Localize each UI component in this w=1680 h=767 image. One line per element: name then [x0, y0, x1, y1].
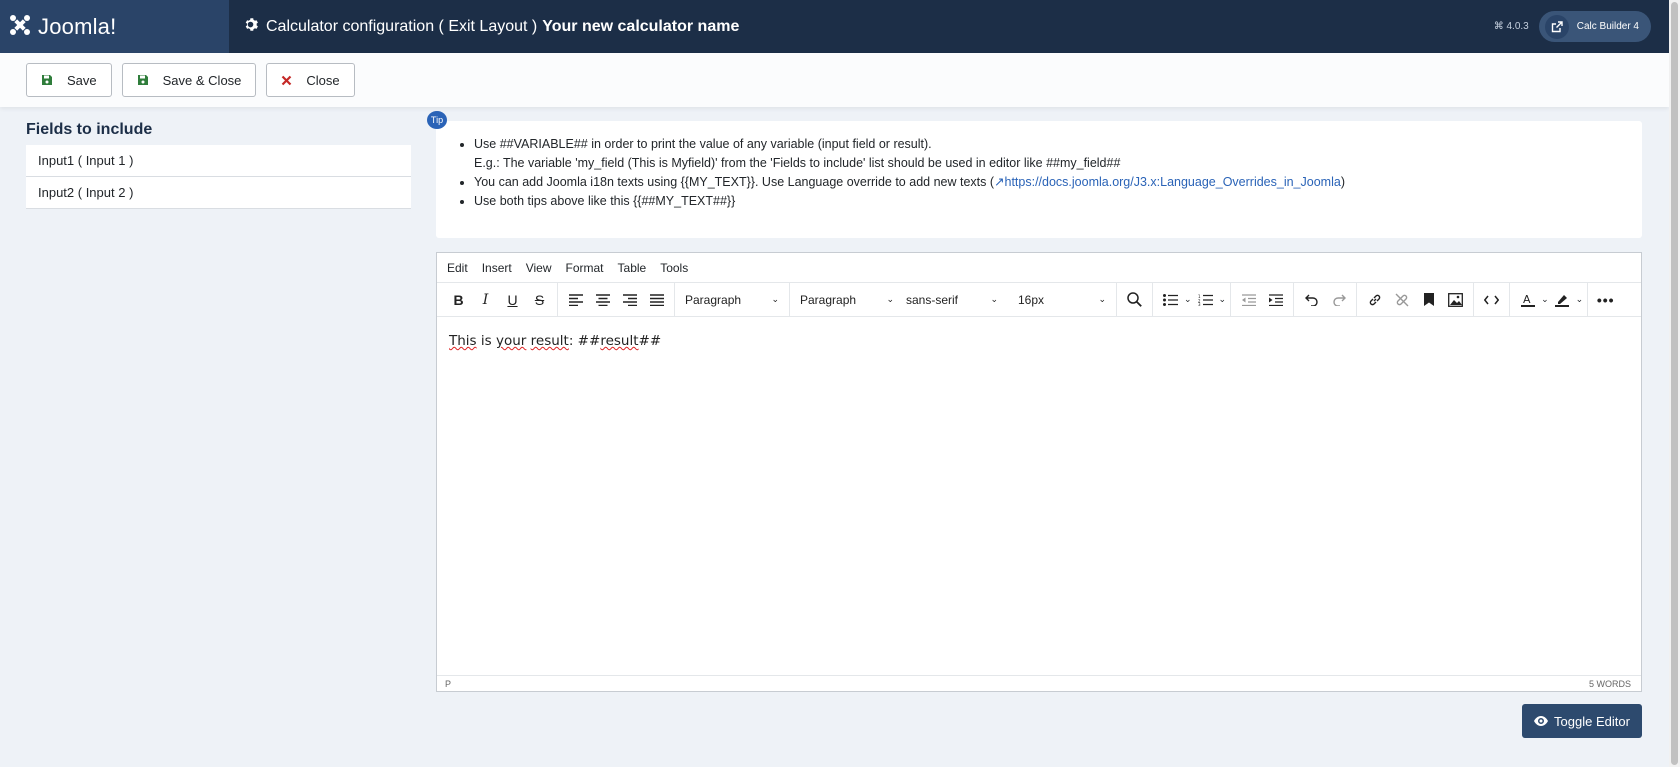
numbered-list-icon[interactable]: 123: [1192, 286, 1219, 314]
save-icon: [41, 74, 53, 86]
chevron-down-icon[interactable]: ⌄: [1541, 294, 1549, 305]
list-item-input2[interactable]: Input2 ( Input 2 ): [26, 177, 411, 209]
calc-builder-label: Calc Builder 4: [1576, 21, 1639, 32]
chevron-down-icon[interactable]: ⌄: [1219, 294, 1227, 305]
close-icon: [281, 75, 292, 86]
align-justify-icon[interactable]: [643, 286, 670, 314]
align-left-icon[interactable]: [562, 286, 589, 314]
chevron-down-icon[interactable]: ⌄: [1184, 294, 1192, 305]
chevron-down-icon: ⌄: [771, 294, 779, 304]
highlight-color-icon[interactable]: [1549, 286, 1576, 314]
chevron-down-icon[interactable]: ⌄: [1576, 294, 1584, 305]
page-title: Calculator configuration ( Exit Layout )…: [243, 17, 739, 37]
tip-item: Use ##VARIABLE## in order to print the v…: [474, 135, 1626, 173]
svg-text:3: 3: [1198, 302, 1201, 306]
save-icon: [137, 74, 149, 86]
editor-menubar: Edit Insert View Format Table Tools: [437, 253, 1641, 283]
chevron-down-icon: ⌄: [886, 294, 894, 304]
word-count: 5 WORDS: [1588, 678, 1631, 689]
version-label: ⌘ 4.0.3: [1493, 21, 1529, 32]
chevron-down-icon: ⌄: [1098, 294, 1106, 304]
close-button[interactable]: Close: [266, 63, 355, 97]
code-icon[interactable]: [1478, 286, 1505, 314]
language-overrides-link[interactable]: ↗https://docs.joomla.org/J3.x:Language_O…: [994, 175, 1341, 189]
page-scrollbar[interactable]: [1669, 0, 1680, 767]
brand-text: Joomla!: [38, 13, 117, 39]
outdent-icon[interactable]: [1235, 286, 1262, 314]
tip-item: Use both tips above like this {{##MY_TEX…: [474, 192, 1626, 211]
align-center-icon[interactable]: [589, 286, 616, 314]
scrollbar-thumb[interactable]: [1671, 2, 1678, 765]
bookmark-icon[interactable]: [1415, 286, 1442, 314]
menu-tools[interactable]: Tools: [660, 261, 688, 275]
editor-content[interactable]: This is your result: ##result##: [437, 317, 1641, 365]
gear-icon: [243, 17, 258, 37]
svg-text:A: A: [1523, 293, 1531, 306]
page-title-text: Calculator configuration ( Exit Layout ): [266, 17, 538, 35]
tip-badge: Tip: [427, 111, 447, 129]
toggle-editor-button[interactable]: Toggle Editor: [1522, 704, 1642, 738]
tip-item: You can add Joomla i18n texts using {{MY…: [474, 173, 1626, 192]
tip-box: Use ##VARIABLE## in order to print the v…: [436, 121, 1642, 238]
menu-table[interactable]: Table: [618, 261, 647, 275]
element-path[interactable]: P: [445, 679, 451, 689]
more-icon[interactable]: •••: [1592, 286, 1619, 314]
editor-statusbar: P 5 WORDS: [437, 675, 1641, 691]
font-size-select[interactable]: 16px ⌄: [1012, 286, 1112, 314]
style-format-select[interactable]: Paragraph ⌄: [794, 286, 900, 314]
external-link-icon: [1544, 14, 1569, 39]
rich-text-editor: Edit Insert View Format Table Tools B I …: [436, 252, 1642, 692]
text-color-icon[interactable]: A: [1514, 286, 1541, 314]
menu-edit[interactable]: Edit: [447, 261, 468, 275]
underline-icon[interactable]: U: [499, 286, 526, 314]
align-right-icon[interactable]: [616, 286, 643, 314]
menu-insert[interactable]: Insert: [482, 261, 512, 275]
chevron-down-icon: ⌄: [990, 294, 998, 304]
save-button[interactable]: Save: [26, 63, 112, 97]
external-link-icon: ↗: [994, 175, 1005, 189]
search-icon[interactable]: [1121, 286, 1148, 314]
calculator-name: Your new calculator name: [542, 17, 740, 35]
action-toolbar: Save Save & Close Close: [0, 53, 1669, 107]
menu-view[interactable]: View: [526, 261, 552, 275]
list-item-input1[interactable]: Input1 ( Input 1 ): [26, 145, 411, 177]
eye-icon: [1534, 714, 1549, 729]
undo-icon[interactable]: [1298, 286, 1325, 314]
fields-title: Fields to include: [26, 121, 153, 138]
joomla-logo-icon: [8, 13, 32, 40]
save-close-button[interactable]: Save & Close: [121, 63, 257, 97]
italic-icon[interactable]: I: [472, 286, 499, 314]
link-icon[interactable]: [1361, 286, 1388, 314]
joomla-brand[interactable]: Joomla!: [0, 0, 229, 53]
menu-format[interactable]: Format: [566, 261, 604, 275]
bold-icon[interactable]: B: [445, 286, 472, 314]
font-family-select[interactable]: sans-serif ⌄: [900, 286, 1004, 314]
indent-icon[interactable]: [1262, 286, 1289, 314]
strikethrough-icon[interactable]: S: [526, 286, 553, 314]
calc-builder-button[interactable]: Calc Builder 4: [1538, 11, 1651, 42]
editor-toolbar: B I U S Paragraph ⌄ Paragraph ⌄ sans-serif…: [437, 282, 1641, 317]
image-icon[interactable]: [1442, 286, 1469, 314]
bullet-list-icon[interactable]: [1157, 286, 1184, 314]
block-format-select[interactable]: Paragraph ⌄: [679, 286, 785, 314]
app-header: Joomla! Calculator configuration ( Exit …: [0, 0, 1669, 53]
unlink-icon[interactable]: [1388, 286, 1415, 314]
fields-list: Input1 ( Input 1 ) Input2 ( Input 2 ): [26, 145, 411, 209]
redo-icon[interactable]: [1325, 286, 1352, 314]
